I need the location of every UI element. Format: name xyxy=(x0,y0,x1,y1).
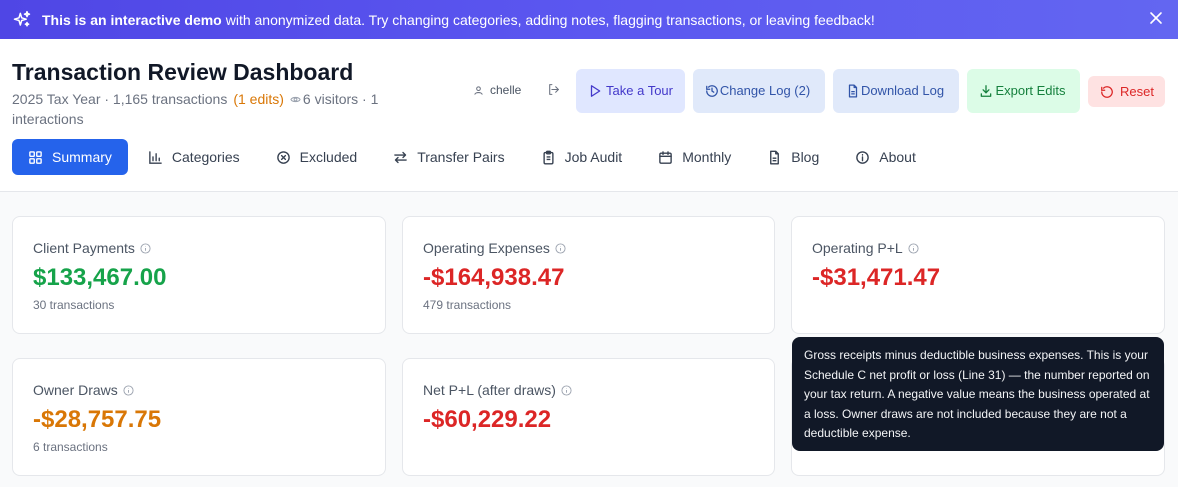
card-value: -$28,757.75 xyxy=(33,406,162,433)
tab-label: Blog xyxy=(791,149,820,165)
card-operating-expenses: Operating Expenses -$164,938.47 479 tran… xyxy=(402,216,775,334)
download-log-label: Download Log xyxy=(860,83,945,98)
card-client-payments: Client Payments $133,467.00 30 transacti… xyxy=(12,216,386,334)
reset-icon xyxy=(1100,85,1114,99)
info-icon[interactable] xyxy=(123,384,134,396)
card-label-text: Operating P+L xyxy=(812,240,903,256)
reset-label: Reset xyxy=(1120,83,1154,99)
take-tour-label: Take a Tour xyxy=(606,83,673,98)
card-label: Operating P+L xyxy=(812,240,919,256)
download-log-button[interactable]: Download Log xyxy=(833,69,959,113)
close-icon[interactable] xyxy=(1148,10,1164,26)
card-label: Net P+L (after draws) xyxy=(423,382,572,398)
document-icon xyxy=(767,150,782,165)
export-edits-label: Export Edits xyxy=(995,83,1066,98)
tab-monthly[interactable]: Monthly xyxy=(642,139,747,175)
banner-text: with anonymized data. Try changing categ… xyxy=(225,11,875,28)
user-icon xyxy=(473,85,484,96)
banner-bold-text: This is an interactive demo xyxy=(42,11,222,28)
header: Transaction Review Dashboard 2025 Tax Ye… xyxy=(0,39,1178,192)
history-icon xyxy=(705,84,719,98)
card-net-pl: Net P+L (after draws) -$60,229.22 xyxy=(402,358,775,476)
arrows-icon xyxy=(393,150,408,165)
info-icon[interactable] xyxy=(140,242,151,254)
change-log-label: Change Log (2) xyxy=(719,83,811,98)
page-title: Transaction Review Dashboard xyxy=(12,59,354,85)
card-subtext: 30 transactions xyxy=(33,298,115,312)
tab-label: Summary xyxy=(52,149,112,165)
take-tour-button[interactable]: Take a Tour xyxy=(576,69,685,113)
logout-icon[interactable] xyxy=(547,83,560,96)
card-owner-draws: Owner Draws -$28,757.75 6 transactions xyxy=(12,358,386,476)
download-icon xyxy=(979,84,993,98)
card-subtext: 479 transactions xyxy=(423,298,512,312)
card-subtext: 6 transactions xyxy=(33,440,108,454)
card-label-text: Net P+L (after draws) xyxy=(423,382,556,398)
tab-label: Transfer Pairs xyxy=(417,149,505,165)
tab-job-audit[interactable]: Job Audit xyxy=(525,139,639,175)
clipboard-icon xyxy=(541,150,556,165)
tab-label: Monthly xyxy=(682,149,732,165)
card-value: -$164,938.47 xyxy=(423,264,565,291)
card-label: Client Payments xyxy=(33,240,151,256)
tooltip: Gross receipts minus deductible business… xyxy=(792,337,1164,451)
info-icon[interactable] xyxy=(555,242,566,254)
tab-summary[interactable]: Summary xyxy=(12,139,128,175)
tab-label: Categories xyxy=(171,149,240,165)
document-icon xyxy=(846,84,860,98)
user-badge: chelle xyxy=(473,83,521,97)
user-name: chelle xyxy=(490,83,522,97)
export-edits-button[interactable]: Export Edits xyxy=(967,69,1080,113)
bar-chart-icon xyxy=(148,150,163,165)
card-label-text: Operating Expenses xyxy=(423,240,550,256)
tab-about[interactable]: About xyxy=(839,139,932,175)
grid-icon xyxy=(28,150,43,165)
tab-bar: Summary Categories Excluded Transfer Pai… xyxy=(12,139,936,175)
edits-count: (1 edits) xyxy=(233,91,284,107)
card-value: -$31,471.47 xyxy=(812,264,941,291)
eye-icon xyxy=(290,90,301,103)
card-label: Owner Draws xyxy=(33,382,134,398)
demo-banner: This is an interactive demo with anonymi… xyxy=(0,0,1178,39)
reset-button[interactable]: Reset xyxy=(1088,76,1165,107)
tab-blog[interactable]: Blog xyxy=(751,139,835,175)
card-value: $133,467.00 xyxy=(33,264,167,291)
info-icon[interactable] xyxy=(908,242,919,254)
tab-label: Job Audit xyxy=(564,149,623,165)
page-subtitle: 2025 Tax Year · 1,165 transactions (1 edi… xyxy=(12,89,412,129)
info-icon xyxy=(855,150,870,165)
tab-categories[interactable]: Categories xyxy=(132,139,256,175)
sparkles-icon xyxy=(12,10,32,30)
change-log-button[interactable]: Change Log (2) xyxy=(693,69,825,113)
tab-transfer-pairs[interactable]: Transfer Pairs xyxy=(377,139,520,175)
tab-label: About xyxy=(879,149,916,165)
card-operating-pl: Operating P+L -$31,471.47 xyxy=(791,216,1165,334)
subtitle-lead: 2025 Tax Year · 1,165 transactions xyxy=(12,91,228,107)
card-label: Operating Expenses xyxy=(423,240,566,256)
card-label-text: Client Payments xyxy=(33,240,135,256)
card-value: -$60,229.22 xyxy=(423,406,552,433)
calendar-icon xyxy=(658,150,673,165)
x-circle-icon xyxy=(276,150,291,165)
info-icon[interactable] xyxy=(561,384,572,396)
tab-label: Excluded xyxy=(299,149,358,165)
tab-excluded[interactable]: Excluded xyxy=(260,139,374,175)
card-label-text: Owner Draws xyxy=(33,382,118,398)
play-icon xyxy=(588,84,602,98)
